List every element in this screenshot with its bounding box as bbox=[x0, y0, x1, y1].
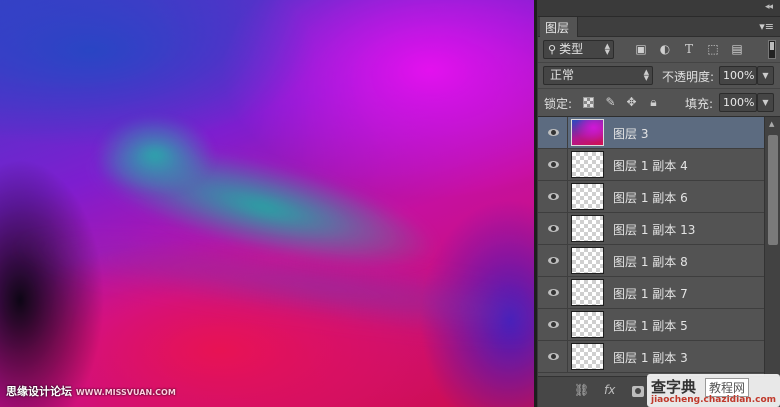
lock-all-icon[interactable]: 🔒︎ bbox=[647, 96, 660, 109]
layer-thumbnail bbox=[571, 215, 604, 242]
filter-row: ⚲ 类型 ▲ ▼ ▣ ◐ T ⬚ ▤ bbox=[538, 37, 780, 63]
layer-row[interactable]: 图层 1 副本 8 bbox=[538, 245, 764, 277]
layer-thumbnail bbox=[571, 119, 604, 146]
layer-thumbnail bbox=[571, 151, 604, 178]
eye-icon bbox=[548, 289, 559, 296]
watermark-right: 查字典 教程网 jiaocheng.chazidian.com bbox=[647, 374, 780, 407]
eye-icon bbox=[548, 225, 559, 232]
layer-thumbnail bbox=[571, 247, 604, 274]
layers-list: 图层 3 图层 1 副本 4 图层 1 副本 6 图层 1 副本 13 图层 1… bbox=[538, 117, 764, 376]
layer-row[interactable]: 图层 1 副本 4 bbox=[538, 149, 764, 181]
fill-input[interactable]: 100% bbox=[719, 93, 757, 112]
panel-tab-row: 图层 ▾≡ bbox=[538, 17, 780, 37]
fill-label: 填充: bbox=[685, 97, 714, 111]
visibility-toggle[interactable] bbox=[538, 117, 568, 148]
visibility-toggle[interactable] bbox=[538, 213, 568, 244]
visibility-toggle[interactable] bbox=[538, 309, 568, 340]
watermark-left: 思缘设计论坛 WWW.MISSVUAN.COM bbox=[6, 383, 176, 399]
eye-icon bbox=[548, 353, 559, 360]
scroll-up-arrow-icon[interactable]: ▲ bbox=[769, 120, 774, 128]
link-icon[interactable]: ⛓︎ bbox=[574, 383, 589, 397]
pixel-layer-filter-icon[interactable]: ▣ bbox=[634, 42, 648, 56]
layer-thumbnail bbox=[571, 311, 604, 338]
eye-icon bbox=[548, 257, 559, 264]
layer-row[interactable]: 图层 1 副本 6 bbox=[538, 181, 764, 213]
filter-kind-label: 类型 bbox=[559, 42, 584, 56]
visibility-toggle[interactable] bbox=[538, 245, 568, 276]
layer-thumbnail bbox=[571, 183, 604, 210]
search-icon: ⚲ bbox=[548, 43, 557, 56]
panel-topbar: ◂◂ bbox=[538, 0, 780, 17]
lock-label: 锁定: bbox=[544, 97, 573, 111]
watermark-left-cn: 思缘设计论坛 bbox=[6, 385, 72, 398]
scroll-thumb[interactable] bbox=[768, 135, 778, 245]
watermark-brand: 查字典 bbox=[651, 378, 697, 396]
updown-arrows-icon: ▲ ▼ bbox=[643, 68, 649, 82]
layer-name: 图层 1 副本 4 bbox=[613, 159, 688, 173]
layer-name: 图层 1 副本 6 bbox=[613, 191, 688, 205]
adjustment-layer-filter-icon[interactable]: ◐ bbox=[658, 42, 672, 56]
layer-row[interactable]: 图层 3 bbox=[538, 117, 764, 149]
layer-thumbnail bbox=[571, 343, 604, 370]
opacity-label: 不透明度: bbox=[662, 70, 715, 84]
filter-toggle-switch[interactable] bbox=[768, 40, 776, 59]
layers-panel: ◂◂ 图层 ▾≡ ⚲ 类型 ▲ ▼ ▣ ◐ T ⬚ ▤ 正常 ▲ ▼ 不透明度: 10… bbox=[537, 0, 780, 407]
panel-menu-icon[interactable]: ▾≡ bbox=[759, 20, 774, 33]
layer-name: 图层 1 副本 13 bbox=[613, 223, 696, 237]
fx-icon[interactable]: fx bbox=[604, 383, 615, 397]
layer-name: 图层 1 副本 3 bbox=[613, 351, 688, 365]
visibility-toggle[interactable] bbox=[538, 341, 568, 372]
blend-row: 正常 ▲ ▼ 不透明度: 100% ▼ bbox=[538, 63, 780, 89]
eye-icon bbox=[548, 193, 559, 200]
fill-dropdown-arrow-icon[interactable]: ▼ bbox=[757, 93, 774, 112]
shape-layer-filter-icon[interactable]: ⬚ bbox=[706, 42, 720, 56]
layers-scrollbar[interactable]: ▲ bbox=[764, 117, 780, 376]
layer-name: 图层 1 副本 8 bbox=[613, 255, 688, 269]
lock-position-icon[interactable]: ✥ bbox=[625, 96, 638, 109]
document-canvas[interactable]: 思缘设计论坛 WWW.MISSVUAN.COM bbox=[0, 0, 534, 407]
visibility-toggle[interactable] bbox=[538, 181, 568, 212]
blend-mode-select[interactable]: 正常 ▲ ▼ bbox=[543, 66, 653, 85]
tab-layers[interactable]: 图层 bbox=[540, 17, 579, 37]
lock-image-pixels-icon[interactable]: ✎ bbox=[604, 96, 617, 109]
visibility-toggle[interactable] bbox=[538, 277, 568, 308]
layer-thumbnail bbox=[571, 279, 604, 306]
visibility-toggle[interactable] bbox=[538, 149, 568, 180]
layer-row[interactable]: 图层 1 副本 7 bbox=[538, 277, 764, 309]
layer-row[interactable]: 图层 1 副本 5 bbox=[538, 309, 764, 341]
layer-row[interactable]: 图层 1 副本 13 bbox=[538, 213, 764, 245]
watermark-left-url: WWW.MISSVUAN.COM bbox=[75, 388, 176, 397]
watermark-url: jiaocheng.chazidian.com bbox=[651, 395, 777, 405]
layer-name: 图层 1 副本 7 bbox=[613, 287, 688, 301]
eye-icon bbox=[548, 161, 559, 168]
collapse-panel-icon[interactable]: ◂◂ bbox=[765, 2, 773, 12]
eye-icon bbox=[548, 129, 559, 136]
eye-icon bbox=[548, 321, 559, 328]
blend-mode-value: 正常 bbox=[550, 68, 575, 82]
canvas-teal-blob bbox=[95, 115, 215, 195]
type-layer-filter-icon[interactable]: T bbox=[682, 42, 696, 56]
updown-arrows-icon: ▲ ▼ bbox=[604, 42, 610, 56]
layer-name: 图层 3 bbox=[613, 127, 649, 141]
opacity-dropdown-arrow-icon[interactable]: ▼ bbox=[757, 66, 774, 85]
smart-object-filter-icon[interactable]: ▤ bbox=[730, 42, 744, 56]
lock-transparent-pixels-icon[interactable] bbox=[583, 97, 594, 108]
lock-row: 锁定: ✎ ✥ 🔒︎ 填充: 100% ▼ bbox=[538, 89, 780, 117]
mask-icon[interactable] bbox=[632, 386, 644, 397]
layer-name: 图层 1 副本 5 bbox=[613, 319, 688, 333]
filter-kind-select[interactable]: ⚲ 类型 ▲ ▼ bbox=[543, 40, 614, 59]
layer-row[interactable]: 图层 1 副本 3 bbox=[538, 341, 764, 373]
opacity-input[interactable]: 100% bbox=[719, 66, 757, 85]
